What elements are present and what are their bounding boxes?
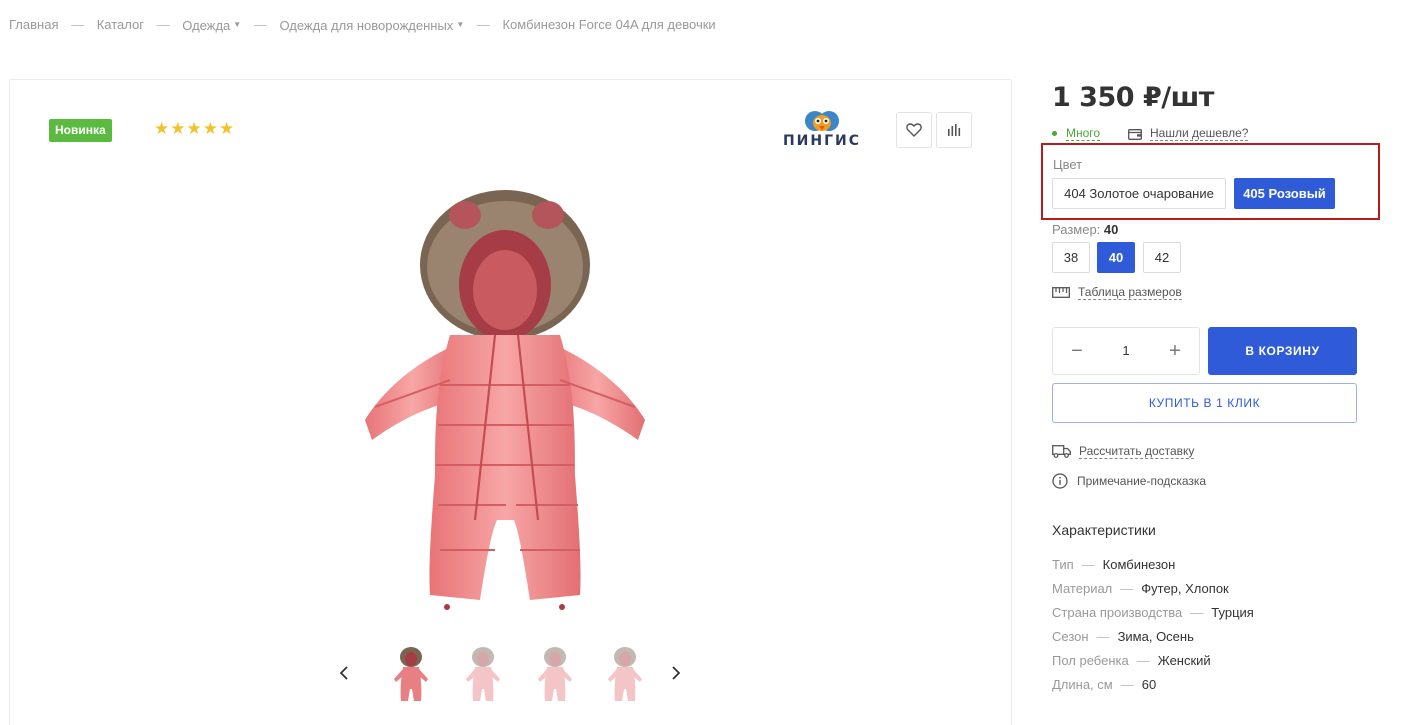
size-title: Размер: 40 <box>1052 222 1119 237</box>
size-table-label: Таблица размеров <box>1078 285 1182 300</box>
rating-stars: ★★★★★ <box>154 119 236 138</box>
spec-value: Турция <box>1211 605 1254 620</box>
size-option-38[interactable]: 38 <box>1052 242 1090 273</box>
breadcrumb-current: Комбинезон Force 04A для девочки <box>502 17 716 33</box>
brand-name: ПИНГИС <box>782 133 862 149</box>
specs-title: Характеристики <box>1052 522 1156 538</box>
breadcrumb-clothes[interactable]: Одежда ▼ <box>182 17 241 33</box>
breadcrumb-separator: — <box>71 17 85 33</box>
product-gallery: Новинка ★★★★★ ПИНГИС <box>9 79 1012 725</box>
thumbnail-1[interactable] <box>386 645 436 705</box>
stock-status[interactable]: Много <box>1052 126 1101 141</box>
stock-label: Много <box>1066 126 1101 141</box>
breadcrumb-separator: — <box>156 17 170 33</box>
size-option-42[interactable]: 42 <box>1143 242 1181 273</box>
breadcrumb-separator: — <box>476 17 490 33</box>
add-to-favorites-button[interactable] <box>896 112 932 148</box>
next-image-button[interactable] <box>666 661 686 685</box>
spec-value: Зима, Осень <box>1117 629 1194 644</box>
breadcrumb-separator: — <box>253 17 267 33</box>
buy-one-click-button[interactable]: КУПИТЬ В 1 КЛИК <box>1052 383 1357 423</box>
prev-image-button[interactable] <box>334 661 354 685</box>
breadcrumb-newborn-clothes[interactable]: Одежда для новорожденных ▼ <box>279 17 464 33</box>
color-option-pink[interactable]: 405 Розовый <box>1234 178 1335 209</box>
product-price: 1 350 ₽/шт <box>1052 82 1214 113</box>
jumpsuit-thumbnail <box>466 647 500 701</box>
spec-value: Женский <box>1157 653 1211 668</box>
spec-row: Страна производства — Турция <box>1052 605 1254 620</box>
spec-name: Длина, см <box>1052 677 1113 692</box>
breadcrumb: Главная — Каталог — Одежда ▼ — Одежда для… <box>9 16 716 33</box>
thumbnail-strip <box>330 645 690 705</box>
stock-dot-icon <box>1052 131 1057 136</box>
hint-label: Примечание-подсказка <box>1077 474 1207 488</box>
hint-note[interactable]: Примечание-подсказка <box>1052 473 1206 489</box>
compare-button[interactable] <box>936 112 972 148</box>
spec-row: Длина, см —60 <box>1052 677 1157 692</box>
truck-icon <box>1052 445 1071 458</box>
breadcrumb-home[interactable]: Главная <box>9 17 58 32</box>
caret-down-icon: ▼ <box>456 19 465 29</box>
spec-row: Материал — Футер, Хлопок <box>1052 581 1229 596</box>
penguin-logo-icon <box>805 111 839 131</box>
spec-row: Сезон — Зима, Осень <box>1052 629 1194 644</box>
info-icon <box>1052 473 1068 489</box>
found-cheaper-link[interactable]: Нашли дешевле? <box>1128 126 1249 141</box>
spec-name: Сезон <box>1052 629 1089 644</box>
jumpsuit-thumbnail <box>394 647 428 701</box>
heart-icon <box>906 123 922 137</box>
spec-name: Материал <box>1052 581 1113 596</box>
spec-value: Комбинезон <box>1102 557 1176 572</box>
jumpsuit-thumbnail <box>608 647 642 701</box>
color-selector: Цвет 404 Золотое очарование 405 Розовый <box>1041 143 1380 220</box>
specs-list: Тип — Комбинезон Материал — Футер, Хлопок Ст… <box>1052 557 1254 701</box>
bar-chart-icon <box>948 124 961 136</box>
thumbnail-2[interactable] <box>458 645 508 705</box>
quantity-increase-button[interactable]: + <box>1151 328 1199 374</box>
calculate-delivery-label: Рассчитать доставку <box>1079 444 1195 459</box>
spec-row: Тип — Комбинезон <box>1052 557 1176 572</box>
ruler-icon <box>1052 287 1070 298</box>
product-main-image[interactable] <box>290 175 740 625</box>
quantity-decrease-button[interactable]: − <box>1053 328 1101 374</box>
spec-row: Пол ребенка — Женский <box>1052 653 1211 668</box>
chevron-left-icon <box>340 666 348 680</box>
spec-name: Страна производства <box>1052 605 1183 620</box>
brand-logo[interactable]: ПИНГИС <box>782 110 862 154</box>
jumpsuit-image <box>365 190 645 610</box>
spec-value: 60 <box>1141 677 1157 692</box>
new-badge: Новинка <box>49 119 112 142</box>
found-cheaper-label: Нашли дешевле? <box>1150 126 1249 141</box>
color-option-golden[interactable]: 404 Золотое очарование <box>1052 178 1226 209</box>
spec-name: Пол ребенка <box>1052 653 1129 668</box>
thumbnail-4[interactable] <box>600 645 650 705</box>
wallet-icon <box>1128 128 1142 140</box>
thumbnail-3[interactable] <box>530 645 580 705</box>
color-title: Цвет <box>1053 157 1083 172</box>
caret-down-icon: ▼ <box>233 19 242 29</box>
add-to-cart-button[interactable]: В КОРЗИНУ <box>1208 327 1357 375</box>
size-table-link[interactable]: Таблица размеров <box>1052 285 1182 300</box>
spec-value: Футер, Хлопок <box>1141 581 1229 596</box>
quantity-stepper: − 1 + <box>1052 327 1200 375</box>
quantity-input[interactable]: 1 <box>1101 328 1151 374</box>
spec-name: Тип <box>1052 557 1074 572</box>
calculate-delivery-link[interactable]: Рассчитать доставку <box>1052 444 1195 459</box>
breadcrumb-catalog[interactable]: Каталог <box>97 17 144 32</box>
size-option-40[interactable]: 40 <box>1097 242 1135 273</box>
chevron-right-icon <box>672 666 680 680</box>
size-current: 40 <box>1103 222 1119 237</box>
jumpsuit-thumbnail <box>538 647 572 701</box>
